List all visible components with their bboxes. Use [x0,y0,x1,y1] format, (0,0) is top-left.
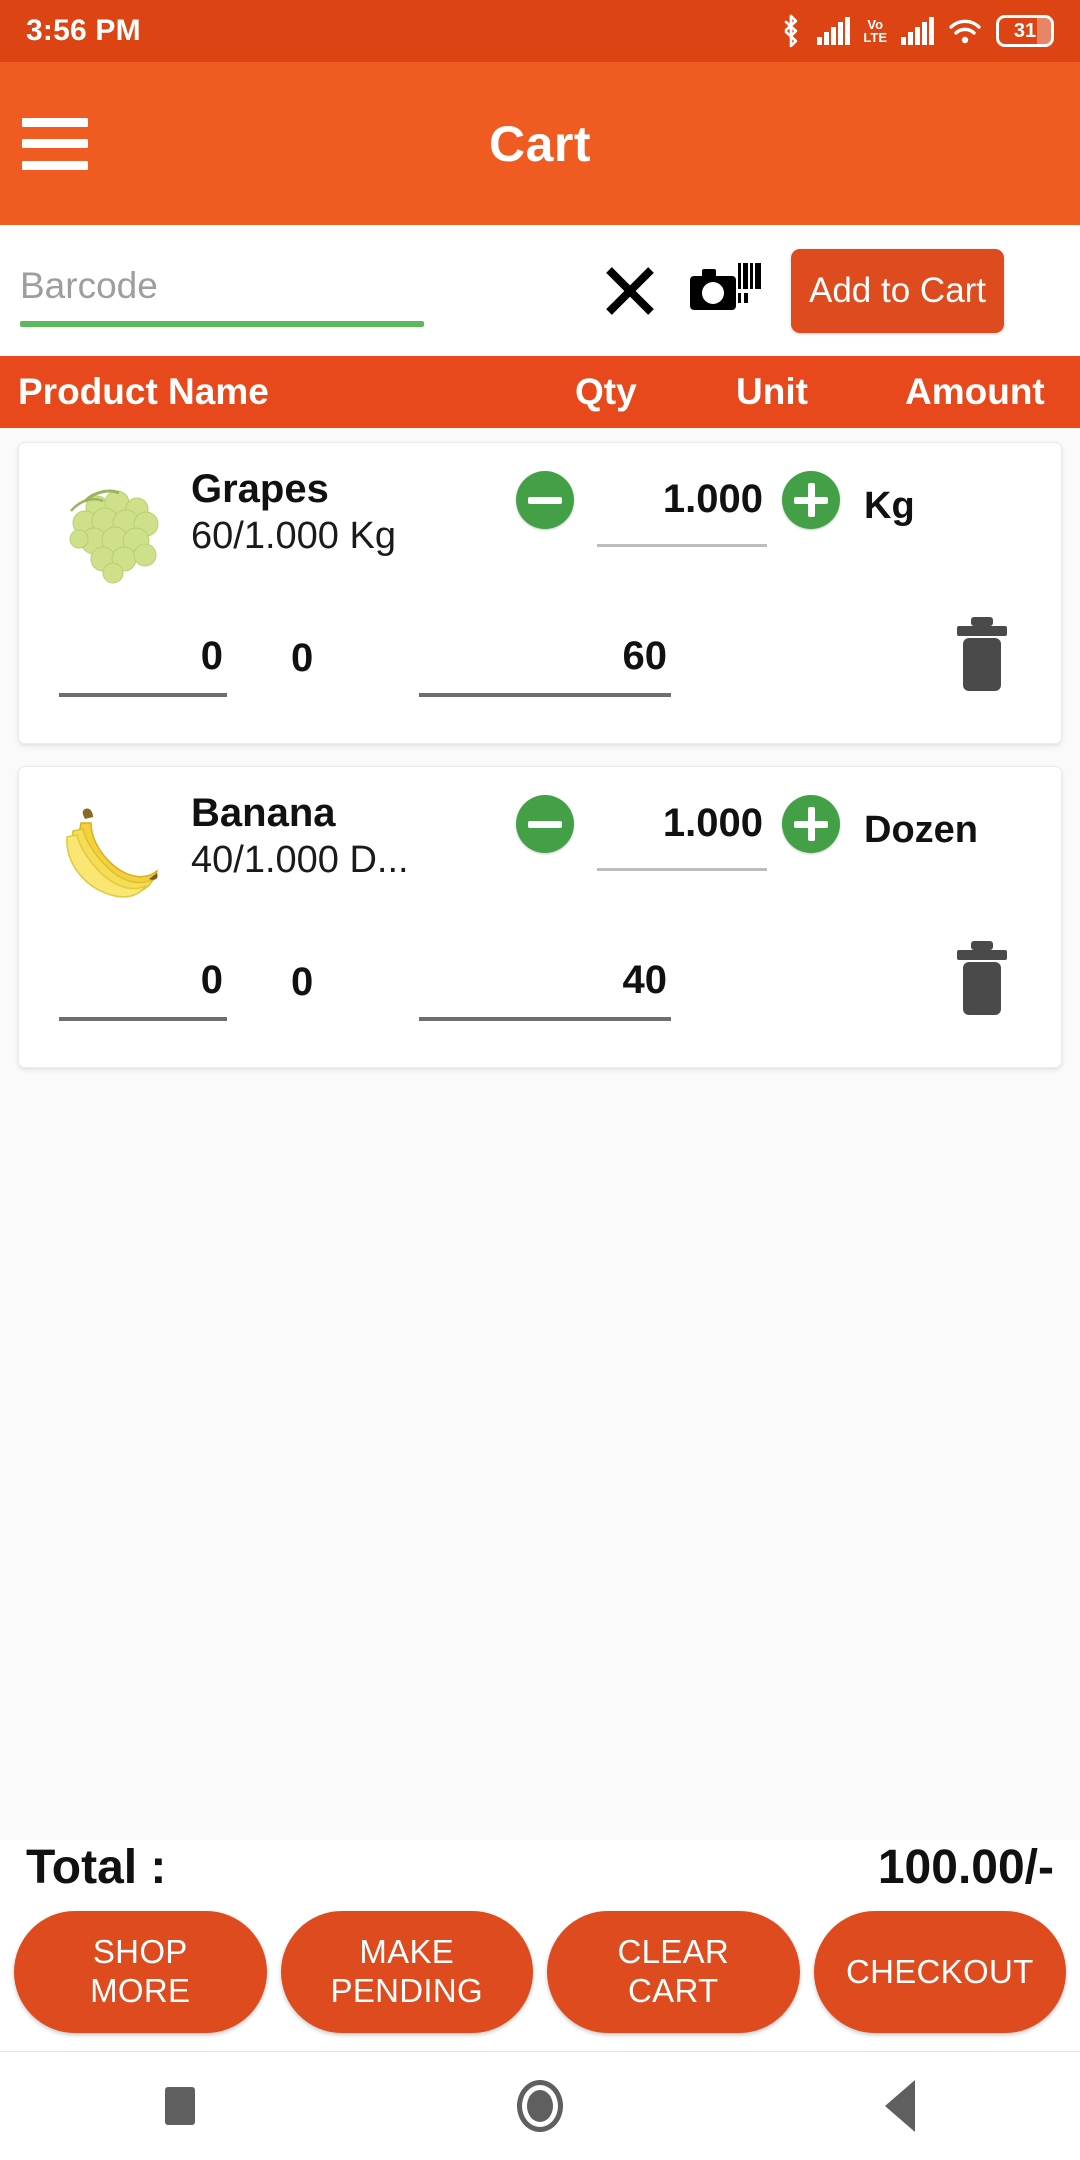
checkout-button[interactable]: CHECKOUT [813,1911,1066,2033]
app-bar: Cart [0,62,1080,225]
quantity-underline [597,544,767,547]
amount-value: 40 [622,958,668,1002]
cart-item-text: Grapes 60/1.000 Kg [191,467,396,559]
app-screen: 3:56 PM Vo LTE 31 Cart Barcode Add to Ca… [0,0,1080,2160]
discount-value: 0 [200,958,223,1002]
cart-item-unit: Dozen [864,809,978,851]
extra-value: 0 [291,960,314,1004]
amount-underline [419,1017,671,1021]
cart-item-list: Grapes 60/1.000 Kg 1.000 Kg 0 0 60 Banan… [0,428,1080,1840]
amount-value: 60 [622,634,668,678]
clear-cart-button[interactable]: CLEAR CART [547,1911,800,2033]
column-header-qty: Qty [575,371,637,412]
close-icon[interactable] [587,248,673,334]
discount-underline [59,1017,227,1021]
barcode-toolbar: Add to Cart [0,225,1080,356]
action-button-bar: SHOP MORE MAKE PENDING CLEAR CART CHECKO… [0,1901,1080,2051]
trash-icon[interactable] [951,941,1013,1015]
column-header-unit: Unit [736,371,808,412]
cart-item-row: Banana 40/1.000 D... 1.000 Dozen 0 0 40 [18,766,1062,1068]
grapes-thumbnail [45,477,185,597]
discount-underline [59,693,227,697]
barcode-field-wrapper [16,245,424,337]
home-circle-icon[interactable] [480,2052,600,2160]
total-row: Total : 100.00/- [0,1840,1080,1901]
column-header-product-name: Product Name [18,371,269,412]
amount-field[interactable]: 40 [419,958,671,1021]
cart-item-price-per-unit: 40/1.000 D... [191,838,409,881]
discount-value: 0 [200,634,223,678]
cart-table-header: Product Name Qty Unit Amount [0,356,1080,428]
android-navigation-bar [0,2051,1080,2160]
barcode-input[interactable] [16,264,422,317]
status-bar: 3:56 PM Vo LTE 31 [0,0,1080,62]
quantity-field-wrapper: 1.000 [597,801,767,871]
decrement-quantity-button[interactable] [516,795,574,853]
shop-more-button[interactable]: SHOP MORE [14,1911,267,2033]
recents-square-icon[interactable] [120,2052,240,2160]
status-clock: 3:56 PM [26,14,141,47]
quantity-value[interactable]: 1.000 [597,477,767,522]
cart-item-bottom: 0 0 40 [19,929,1061,1067]
make-pending-button[interactable]: MAKE PENDING [280,1911,533,2033]
battery-icon: 31 [996,15,1054,47]
barcode-underline [20,320,424,327]
cart-item-row: Grapes 60/1.000 Kg 1.000 Kg 0 0 60 [18,442,1062,744]
cart-item-bottom: 0 0 60 [19,605,1061,743]
quantity-value[interactable]: 1.000 [597,801,767,846]
back-triangle-icon[interactable] [840,2052,960,2160]
decrement-quantity-button[interactable] [516,471,574,529]
battery-level-label: 31 [1013,19,1037,42]
signal-icon [817,17,851,45]
hamburger-icon[interactable] [22,117,88,170]
quantity-underline [597,868,767,871]
bluetooth-icon [785,14,798,48]
page-title: Cart [488,115,592,172]
cart-item-unit: Kg [864,485,915,527]
discount-field[interactable]: 0 [59,634,227,697]
status-icon-tray: Vo LTE 31 [779,14,1054,48]
quantity-field-wrapper: 1.000 [597,477,767,547]
volte-bottom-label: LTE [863,30,887,45]
banana-thumbnail [45,801,185,921]
wifi-icon [949,19,981,44]
extra-value: 0 [291,636,314,680]
cart-item-top: Banana 40/1.000 D... 1.000 Dozen [19,767,1061,927]
discount-field[interactable]: 0 [59,958,227,1021]
cart-item-top: Grapes 60/1.000 Kg 1.000 Kg [19,443,1061,603]
cart-item-name: Banana [191,791,336,835]
signal-icon [901,17,934,45]
cart-item-text: Banana 40/1.000 D... [191,791,409,883]
increment-quantity-button[interactable] [782,471,840,529]
cart-summary: Total : 100.00/- SHOP MORE MAKE PENDING … [0,1840,1080,2051]
amount-field[interactable]: 60 [419,634,671,697]
volte-icon: Vo LTE [863,18,887,44]
trash-icon[interactable] [951,617,1013,691]
total-label: Total : [26,1841,167,1894]
cart-item-price-per-unit: 60/1.000 Kg [191,514,396,557]
total-value: 100.00/- [877,1841,1054,1894]
amount-underline [419,693,671,697]
column-header-amount: Amount [905,371,1045,412]
increment-quantity-button[interactable] [782,795,840,853]
barcode-scanner-icon[interactable] [683,248,769,334]
cart-item-name: Grapes [191,467,329,511]
add-to-cart-button[interactable]: Add to Cart [791,248,1005,333]
